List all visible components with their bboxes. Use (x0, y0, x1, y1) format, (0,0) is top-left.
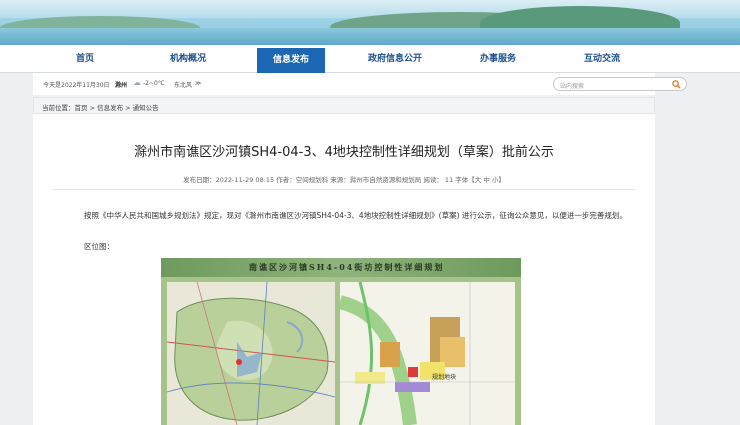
breadcrumb: 当前位置：首页 > 信息发布 > 通知公告 (33, 97, 655, 114)
location-label: 区位图： (84, 242, 114, 251)
site-label: 规划地块 (432, 374, 457, 381)
main-nav: 首页 机构概况 信息发布 政府信息公开 办事服务 互动交流 (0, 45, 740, 73)
cloud-icon: ☁ (133, 78, 141, 87)
wind-arrow: ≫ (195, 80, 202, 87)
article-paragraph: 按照《中华人民共和国城乡规划法》规定，现对《滁州市南谯区沙河镇SH4-04-3、… (84, 211, 627, 220)
weather-temp: -2~0℃ (143, 80, 165, 87)
search-box[interactable]: 站内搜索 (553, 77, 687, 91)
breadcrumb-text[interactable]: 当前位置：首页 > 信息发布 > 通知公告 (42, 102, 159, 112)
location-map-image: 南谯区沙河镇SH4-04街坊控制性详细规划 规划地块 (161, 258, 521, 425)
map-header: 南谯区沙河镇SH4-04街坊控制性详细规划 (161, 258, 521, 277)
regional-map-graphic (166, 281, 336, 425)
divider (53, 189, 635, 190)
article-title: 滁州市南谯区沙河镇SH4-04-3、4地块控制性详细规划（草案）批前公示 (134, 145, 554, 160)
nav-interaction[interactable]: 互动交流 (562, 45, 642, 73)
today-date: 今天是2022年11月30日 (43, 82, 110, 89)
nav-gov-info[interactable]: 政府信息公开 (355, 45, 435, 73)
map-left-panel (166, 281, 336, 425)
nav-about[interactable]: 机构概况 (148, 45, 228, 73)
nav-home[interactable]: 首页 (45, 45, 125, 73)
search-icon[interactable] (672, 80, 681, 89)
nav-services[interactable]: 办事服务 (458, 45, 538, 73)
site-plan-graphic (338, 281, 515, 425)
article-panel: 滁州市南谯区沙河镇SH4-04-3、4地块控制性详细规划（草案）批前公示 发布日… (33, 114, 655, 425)
info-bar: 今天是2022年11月30日 滁州 ☁ -2~0℃ 东北风 ≫ 站内搜索 (33, 73, 687, 95)
article-meta: 发布日期：2022-11-29 08:15 作者：空间规划科 来源：滁州市自然资… (183, 176, 505, 184)
map-right-panel: 规划地块 (338, 281, 515, 425)
weather-city: 滁州 (115, 82, 128, 89)
nav-news[interactable]: 信息发布 (257, 48, 325, 73)
weather-wind: 东北风 (174, 82, 193, 89)
banner-water (0, 28, 740, 45)
map-title: 南谯区沙河镇SH4-04街坊控制性详细规划 (249, 262, 445, 272)
search-input[interactable]: 站内搜索 (560, 81, 584, 90)
header-banner (0, 0, 740, 45)
